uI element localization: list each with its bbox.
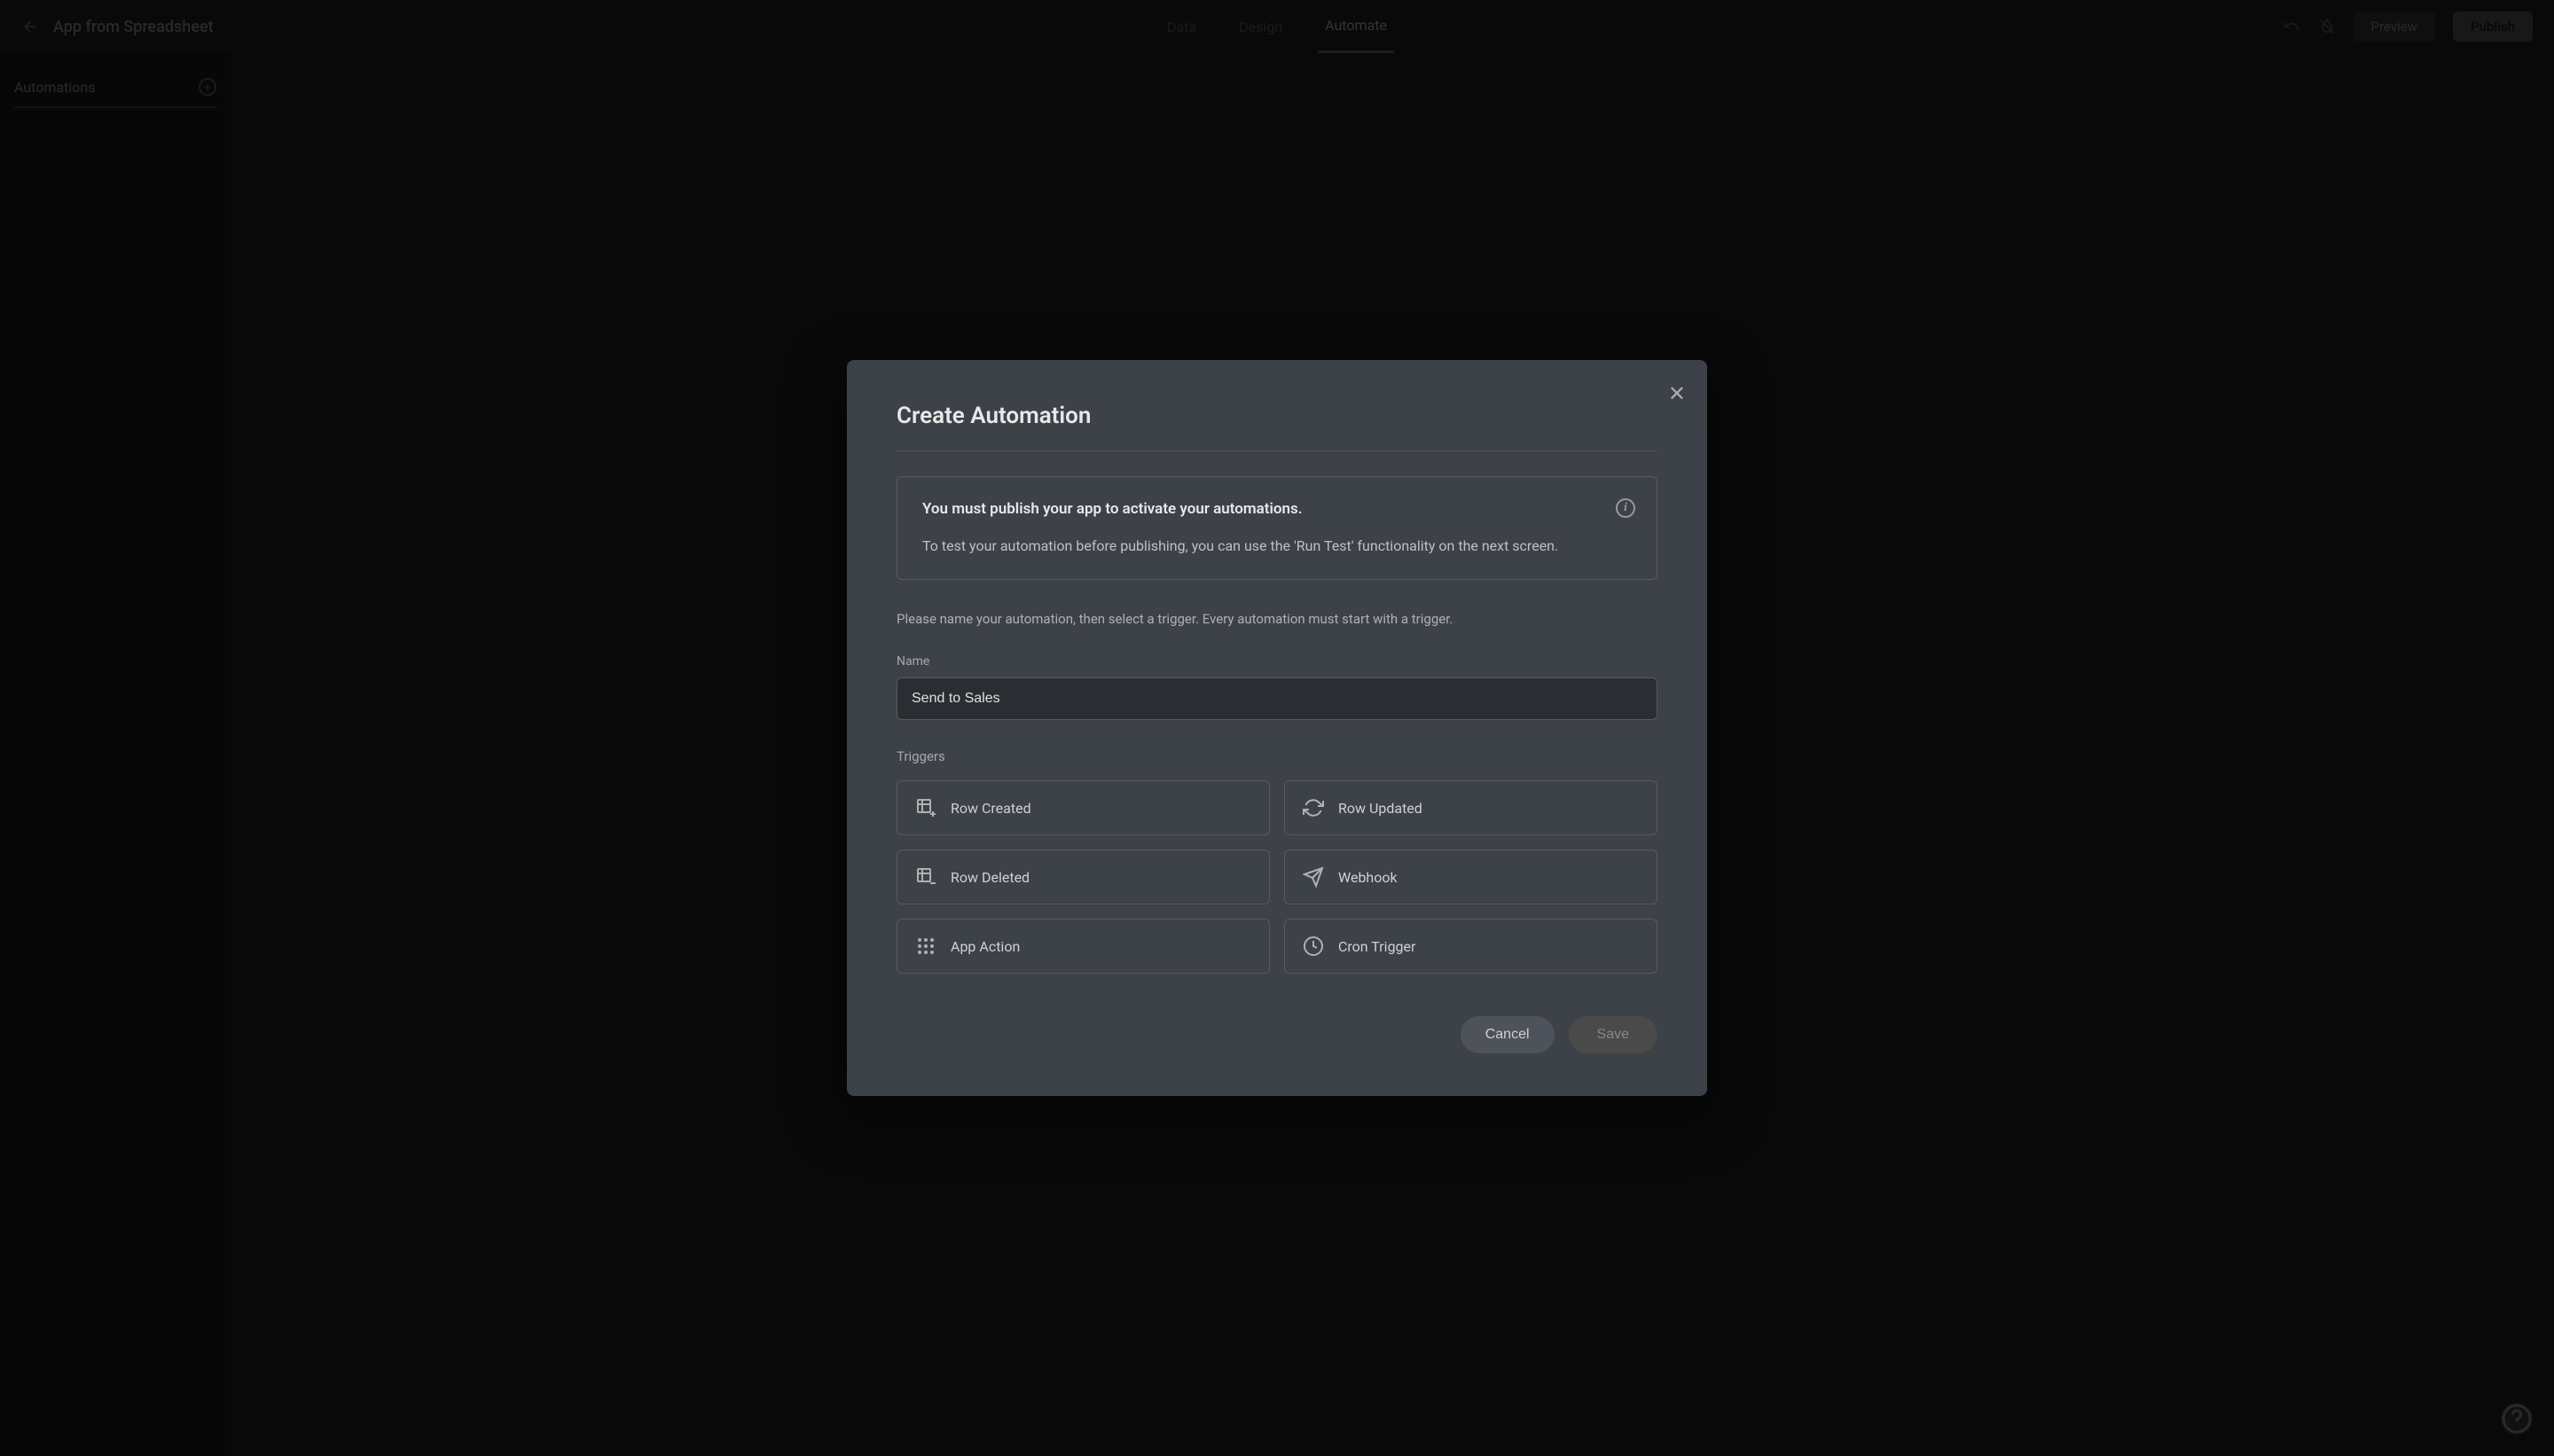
trigger-webhook[interactable]: Webhook <box>1284 849 1657 904</box>
table-plus-icon <box>915 797 936 818</box>
clock-icon <box>1303 935 1324 957</box>
name-field-label: Name <box>897 654 1657 669</box>
trigger-row-created[interactable]: Row Created <box>897 780 1270 835</box>
trigger-label: App Action <box>951 938 1020 955</box>
grid-dots-icon <box>915 935 936 957</box>
table-minus-icon <box>915 866 936 888</box>
modal-title: Create Automation <box>897 403 1657 451</box>
notice-body: To test your automation before publishin… <box>922 535 1632 558</box>
close-icon[interactable]: ✕ <box>1668 381 1686 407</box>
trigger-row-deleted[interactable]: Row Deleted <box>897 849 1270 904</box>
notice-heading: You must publish your app to activate yo… <box>922 498 1632 521</box>
trigger-label: Cron Trigger <box>1338 938 1415 955</box>
automation-name-input[interactable] <box>897 677 1657 720</box>
triggers-section-label: Triggers <box>897 748 1657 764</box>
refresh-icon <box>1303 797 1324 818</box>
trigger-label: Webhook <box>1338 869 1398 886</box>
cancel-button[interactable]: Cancel <box>1461 1016 1555 1053</box>
trigger-label: Row Created <box>951 800 1031 817</box>
trigger-label: Row Updated <box>1338 800 1422 817</box>
modal-overlay: ✕ Create Automation i You must publish y… <box>0 0 2554 1456</box>
trigger-cron[interactable]: Cron Trigger <box>1284 919 1657 974</box>
trigger-row-updated[interactable]: Row Updated <box>1284 780 1657 835</box>
trigger-label: Row Deleted <box>951 869 1030 886</box>
publish-notice-box: i You must publish your app to activate … <box>897 476 1657 580</box>
send-icon <box>1303 866 1324 888</box>
create-automation-modal: ✕ Create Automation i You must publish y… <box>847 360 1707 1096</box>
trigger-app-action[interactable]: App Action <box>897 919 1270 974</box>
instruction-text: Please name your automation, then select… <box>897 608 1657 630</box>
info-icon: i <box>1616 498 1635 518</box>
save-button[interactable]: Save <box>1569 1016 1657 1053</box>
